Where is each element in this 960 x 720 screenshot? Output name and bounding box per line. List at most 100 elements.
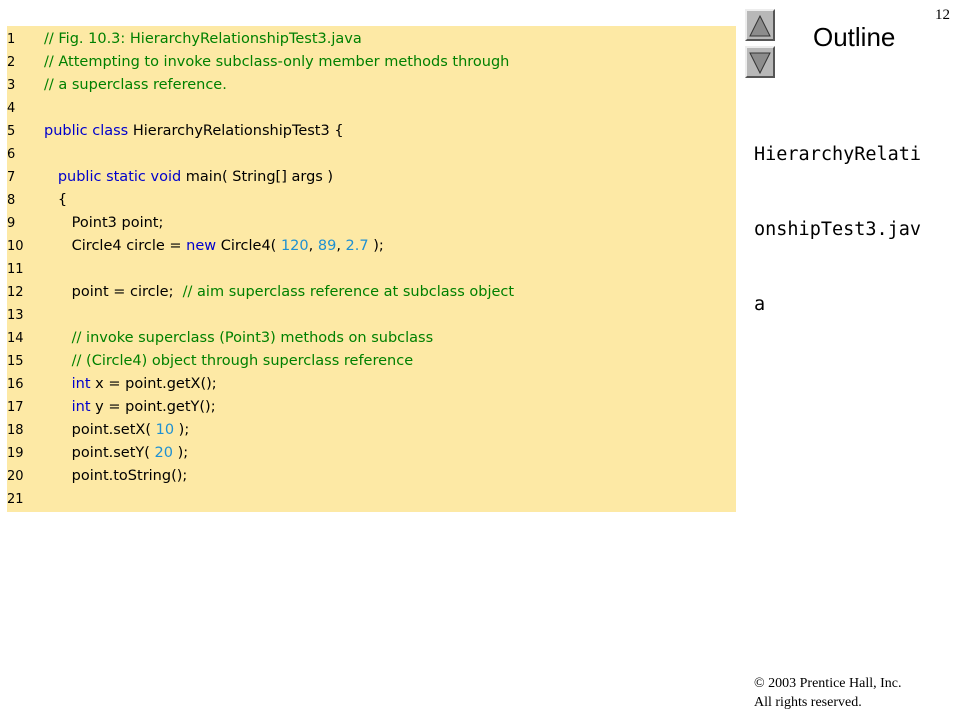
- code-text: Circle4 circle = new Circle4( 120, 89, 2…: [44, 235, 384, 258]
- code-token-txt: point = circle;: [44, 284, 183, 300]
- code-token-num: 20: [154, 445, 173, 461]
- code-line: 15 // (Circle4) object through superclas…: [7, 350, 736, 373]
- code-line: 2 // Attempting to invoke subclass-only m…: [7, 51, 736, 74]
- file-name-line: HierarchyRelati: [754, 144, 922, 165]
- line-number: 10: [7, 239, 24, 254]
- code-text: Point3 point;: [44, 212, 164, 235]
- code-text: // (Circle4) object through superclass r…: [44, 350, 413, 373]
- code-token-com: // invoke superclass (Point3) methods on…: [71, 330, 434, 346]
- copyright-line: All rights reserved.: [754, 695, 862, 710]
- code-listing: 1 // Fig. 10.3: HierarchyRelationshipTest…: [7, 26, 736, 512]
- code-line: 16 int x = point.getX();: [7, 373, 736, 396]
- code-token-txt: ,: [308, 238, 318, 254]
- code-text: int y = point.getY();: [44, 396, 216, 419]
- file-name-label: HierarchyRelati onshipTest3.jav a: [754, 92, 954, 342]
- code-token-txt: point.setX(: [44, 422, 156, 438]
- code-token-txt: point.setY(: [44, 445, 155, 461]
- line-number: 19: [7, 446, 24, 461]
- code-token-txt: {: [44, 192, 68, 208]
- code-text: // Fig. 10.3: HierarchyRelationshipTest3…: [44, 28, 362, 51]
- code-line: 13: [7, 304, 736, 327]
- code-token-kw: new: [186, 238, 217, 254]
- previous-slide-button[interactable]: [745, 9, 775, 41]
- code-token-txt: ,: [336, 238, 346, 254]
- code-line: 1 // Fig. 10.3: HierarchyRelationshipTest…: [7, 28, 736, 51]
- code-token-num: 120: [280, 238, 309, 254]
- code-line: 20 point.toString();: [7, 465, 736, 488]
- line-number: 3: [7, 78, 16, 93]
- code-token-num: 89: [317, 238, 337, 254]
- line-number: 6: [7, 147, 16, 162]
- code-line: 21: [7, 488, 736, 511]
- file-name-line: a: [754, 294, 766, 315]
- code-text: point = circle; // aim superclass refere…: [44, 281, 514, 304]
- code-token-kw: int: [71, 399, 91, 415]
- line-number: 15: [7, 354, 24, 369]
- code-text: point.setX( 10 );: [44, 419, 190, 442]
- line-number: 1: [7, 32, 16, 47]
- line-number: 4: [7, 101, 16, 116]
- code-text: {: [44, 189, 67, 212]
- code-line: 11: [7, 258, 736, 281]
- code-token-txt: x = point.getX();: [90, 376, 217, 392]
- code-token-txt: Point3 point;: [44, 215, 164, 231]
- code-token-txt: Circle4 circle =: [44, 238, 187, 254]
- code-text: // Attempting to invoke subclass-only me…: [44, 51, 509, 74]
- code-token-kw: public class: [44, 123, 129, 139]
- next-slide-button[interactable]: [745, 46, 775, 78]
- code-line: 4: [7, 97, 736, 120]
- code-line: 5 public class HierarchyRelationshipTest3…: [7, 120, 736, 143]
- code-line: 17 int y = point.getY();: [7, 396, 736, 419]
- code-token-num: 10: [155, 422, 175, 438]
- code-token-txt: y = point.getY();: [90, 399, 216, 415]
- line-number: 2: [7, 55, 16, 70]
- code-token-txt: );: [172, 445, 189, 461]
- code-token-kw: public static void: [57, 169, 182, 185]
- outline-title: Outline: [813, 22, 896, 52]
- code-line: 7 public static void main( String[] args…: [7, 166, 736, 189]
- code-token-kw: int: [71, 376, 91, 392]
- code-text: point.setY( 20 );: [44, 442, 189, 465]
- line-number: 7: [7, 170, 16, 185]
- code-text: public class HierarchyRelationshipTest3 …: [44, 120, 344, 143]
- slide-number: 12: [935, 7, 950, 23]
- line-number: 12: [7, 285, 24, 300]
- code-line: 19 point.setY( 20 );: [7, 442, 736, 465]
- copyright-line: © 2003 Prentice Hall, Inc.: [754, 676, 902, 691]
- triangle-down-icon: [749, 52, 771, 75]
- line-number: 16: [7, 377, 24, 392]
- code-text: int x = point.getX();: [44, 373, 217, 396]
- code-token-com: // Fig. 10.3: HierarchyRelationshipTest3…: [44, 31, 362, 47]
- code-token-txt: HierarchyRelationshipTest3 {: [128, 123, 344, 139]
- code-text: point.toString();: [44, 465, 188, 488]
- code-token-txt: main( String[] args ): [181, 169, 334, 185]
- code-token-txt: );: [368, 238, 384, 254]
- copyright-notice: © 2003 Prentice Hall, Inc. All rights re…: [754, 674, 902, 712]
- code-token-com: // (Circle4) object through superclass r…: [71, 353, 414, 369]
- code-token-txt: );: [174, 422, 190, 438]
- line-number: 8: [7, 193, 16, 208]
- code-token-txt: Circle4(: [216, 238, 281, 254]
- line-number: 9: [7, 216, 16, 231]
- triangle-up-icon: [749, 14, 771, 37]
- code-token-txt: point.toString();: [44, 468, 188, 484]
- code-token-com: // Attempting to invoke subclass-only me…: [44, 54, 510, 70]
- code-token-num: 2.7: [345, 238, 369, 254]
- code-line: 10 Circle4 circle = new Circle4( 120, 89…: [7, 235, 736, 258]
- code-line: 8 {: [7, 189, 736, 212]
- line-number: 18: [7, 423, 24, 438]
- code-line: 18 point.setX( 10 );: [7, 419, 736, 442]
- line-number: 5: [7, 124, 16, 139]
- code-token-com: // a superclass reference.: [44, 77, 227, 93]
- file-name-line: onshipTest3.jav: [754, 219, 922, 240]
- code-text: // a superclass reference.: [44, 74, 227, 97]
- code-line: 12 point = circle; // aim superclass ref…: [7, 281, 736, 304]
- line-number: 13: [7, 308, 24, 323]
- code-text: // invoke superclass (Point3) methods on…: [44, 327, 434, 350]
- line-number: 14: [7, 331, 24, 346]
- line-number: 11: [7, 262, 24, 277]
